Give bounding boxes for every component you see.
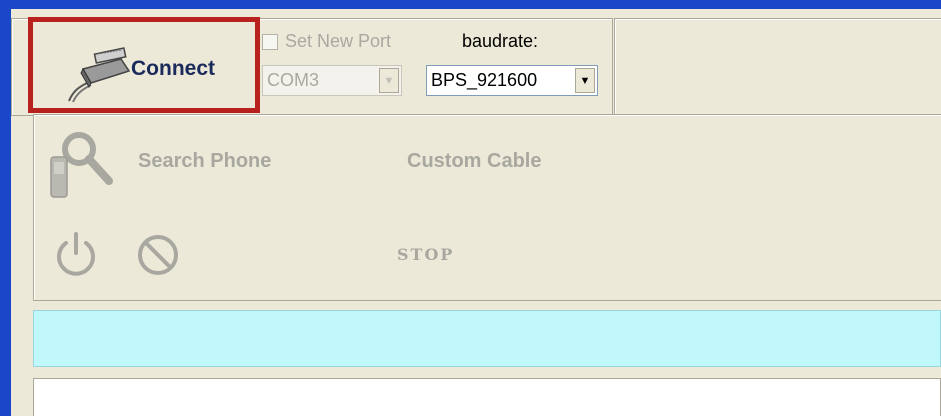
- toolbar-right-panel: [614, 18, 941, 116]
- cable-connector-icon: [68, 47, 131, 103]
- baudrate-value: BPS_921600: [431, 70, 538, 90]
- stop-icon[interactable]: [134, 231, 182, 279]
- power-icon[interactable]: [51, 229, 101, 279]
- baudrate-select[interactable]: BPS_921600 ▼: [426, 65, 598, 96]
- search-phone-label[interactable]: Search Phone: [138, 150, 271, 173]
- log-area[interactable]: [33, 378, 941, 416]
- search-phone-icon[interactable]: [45, 129, 113, 201]
- set-new-port-label: Set New Port: [285, 31, 392, 51]
- stop-label[interactable]: STOP: [397, 245, 454, 264]
- window-top-edge: [0, 0, 941, 9]
- connect-button[interactable]: Connect: [35, 23, 253, 107]
- set-new-port-checkbox[interactable]: [262, 34, 278, 50]
- app-window: Connect Set New Port baudrate: COM3 ▼ BP…: [11, 9, 941, 416]
- connect-label: Connect: [131, 57, 215, 80]
- window-left-edge: [0, 0, 11, 416]
- baudrate-label: baudrate:: [462, 31, 539, 51]
- custom-cable-label[interactable]: Custom Cable: [407, 150, 541, 173]
- chevron-down-icon[interactable]: ▼: [379, 68, 399, 93]
- com-port-select[interactable]: COM3 ▼: [262, 65, 402, 96]
- status-bar: [33, 310, 941, 367]
- com-port-value: COM3: [267, 70, 320, 90]
- chevron-down-icon[interactable]: ▼: [575, 68, 595, 93]
